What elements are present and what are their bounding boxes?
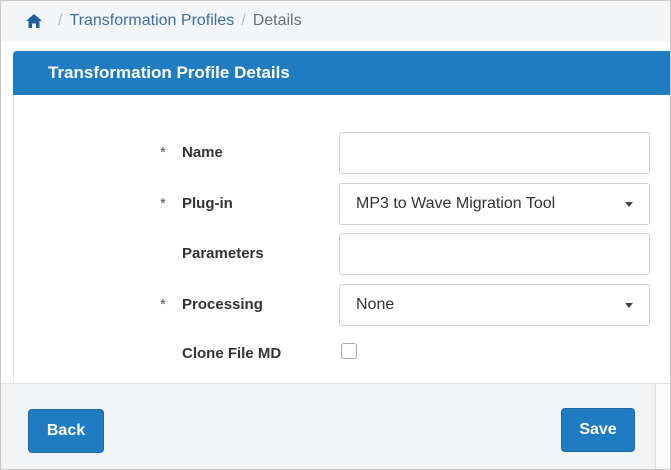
panel-header: Transformation Profile Details [13,51,670,95]
breadcrumb-separator: / [241,12,246,29]
processing-row: * Processing None [14,284,670,328]
scrollbar[interactable] [655,384,670,469]
caret-down-icon [625,202,633,207]
required-marker: * [160,144,166,161]
plugin-label: Plug-in [182,195,233,212]
name-label: Name [182,144,223,161]
form-footer: Back Save [1,383,670,469]
plugin-select[interactable]: MP3 to Wave Migration Tool [339,183,650,225]
plugin-row: * Plug-in MP3 to Wave Migration Tool [14,183,670,227]
processing-select[interactable]: None [339,284,650,326]
save-button[interactable]: Save [561,408,635,452]
processing-select-value: None [356,296,395,313]
parameters-row: Parameters [14,233,670,277]
name-row: * Name [14,132,670,176]
breadcrumb-separator: / [58,12,63,29]
home-icon[interactable] [25,13,43,29]
clone-file-md-checkbox[interactable] [341,343,357,359]
parameters-field[interactable] [339,233,650,275]
breadcrumb-transformation-profiles[interactable]: Transformation Profiles [69,12,234,30]
processing-label: Processing [182,296,263,313]
required-marker: * [160,195,166,212]
details-form: * Name * Plug-in MP3 to Wave Migration T… [13,95,670,383]
required-marker: * [160,296,166,313]
parameters-label: Parameters [182,245,264,262]
page-title: Transformation Profile Details [48,63,290,82]
caret-down-icon [625,303,633,308]
breadcrumb: / Transformation Profiles / Details [1,1,670,41]
page-frame: / Transformation Profiles / Details Tran… [0,0,671,470]
clone-file-md-label: Clone File MD [182,345,282,362]
back-button[interactable]: Back [28,409,104,453]
name-field[interactable] [339,132,650,174]
clone-row: Clone File MD [14,333,670,377]
breadcrumb-details: Details [252,12,302,29]
plugin-select-value: MP3 to Wave Migration Tool [356,195,556,212]
